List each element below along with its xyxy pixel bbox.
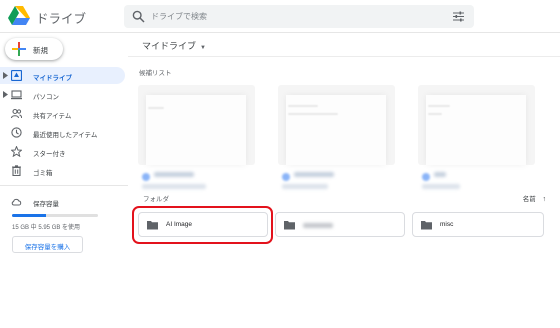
suggested-file-card[interactable] — [132, 81, 261, 205]
storage-usage-text: 15 GB 中 5.95 GB を使用 — [12, 225, 81, 231]
shared-icon — [11, 108, 22, 119]
suggested-file-card[interactable] — [272, 81, 401, 205]
sidebar-item-label: マイドライブ — [33, 75, 72, 82]
sidebar-item-label: 最近使用したアイテム — [33, 132, 98, 139]
search-icon[interactable] — [132, 10, 145, 23]
search-bar[interactable]: ドライブで検索 — [124, 5, 474, 28]
folder-icon — [421, 221, 432, 230]
expand-caret-icon[interactable] — [3, 72, 8, 79]
storage-label: 保存容量 — [33, 201, 59, 208]
suggested-heading: 候補リスト — [139, 70, 172, 77]
suggested-file-card[interactable] — [412, 81, 541, 205]
sort-arrow-up-icon[interactable]: ↑ — [543, 196, 547, 203]
computer-icon — [11, 90, 22, 100]
drive-logo-icon[interactable] — [8, 6, 30, 25]
storage-progress-bar — [12, 214, 98, 217]
blurred-folder-name — [303, 223, 333, 228]
folder-item[interactable] — [275, 212, 405, 237]
breadcrumb-my-drive[interactable]: マイドライブ — [142, 41, 196, 51]
main-content: マイドライブ ▼ 候補リスト フォルダ 名前 ↑ AI Image misc — [128, 33, 560, 328]
dropdown-arrow-icon[interactable]: ▼ — [200, 45, 206, 51]
cloud-icon — [11, 198, 22, 206]
sidebar-item-trash[interactable]: ゴミ箱 — [0, 162, 125, 179]
folder-icon — [284, 221, 295, 230]
search-input[interactable]: ドライブで検索 — [151, 11, 207, 22]
file-thumbnail — [418, 85, 535, 165]
sidebar-item-shared[interactable]: 共有アイテム — [0, 105, 125, 122]
highlight-annotation — [132, 206, 273, 244]
blurred-file-name — [154, 172, 194, 177]
breadcrumb-divider — [128, 56, 560, 57]
document-preview — [146, 95, 246, 165]
sidebar-item-storage[interactable]: 保存容量 — [0, 193, 125, 210]
clock-icon — [11, 127, 22, 138]
blurred-avatar — [422, 173, 430, 181]
sidebar-item-starred[interactable]: スター付き — [0, 143, 125, 160]
sidebar-item-computers[interactable]: パソコン — [0, 86, 125, 103]
folder-name: misc — [440, 221, 454, 228]
sidebar: 新規 マイドライブ パソコン 共有アイテム 最近使用したアイテム スター付き ゴ… — [0, 33, 128, 328]
sidebar-item-label: パソコン — [33, 94, 59, 101]
blurred-file-name — [294, 172, 334, 177]
sort-control[interactable]: 名前 ↑ — [523, 193, 546, 203]
sidebar-item-my-drive[interactable]: マイドライブ — [0, 67, 125, 84]
file-thumbnail — [278, 85, 395, 165]
blurred-file-meta — [422, 184, 460, 189]
preview-line — [148, 107, 164, 109]
star-icon — [11, 146, 22, 157]
folder-item[interactable]: misc — [412, 212, 544, 237]
buy-storage-label: 保存容量を購入 — [24, 244, 71, 251]
file-thumbnail — [138, 85, 255, 165]
app-title[interactable]: ドライブ — [36, 8, 86, 27]
buy-storage-button[interactable]: 保存容量を購入 — [12, 236, 83, 253]
blurred-file-name — [434, 172, 446, 177]
plus-icon — [12, 42, 26, 56]
top-bar: ドライブ ドライブで検索 — [0, 0, 560, 33]
sidebar-item-recent[interactable]: 最近使用したアイテム — [0, 124, 125, 141]
blurred-file-meta — [282, 184, 328, 189]
preview-line — [428, 105, 450, 107]
blurred-file-meta — [142, 184, 206, 189]
sort-by-name[interactable]: 名前 — [523, 196, 536, 203]
trash-icon — [12, 165, 21, 176]
tune-icon[interactable] — [453, 11, 464, 22]
my-drive-icon — [11, 70, 22, 81]
sidebar-divider — [0, 185, 128, 186]
new-button[interactable]: 新規 — [5, 38, 63, 60]
sidebar-item-label: スター付き — [33, 151, 66, 158]
preview-line — [288, 113, 338, 115]
preview-line — [428, 113, 442, 115]
blurred-avatar — [282, 173, 290, 181]
folders-heading: フォルダ — [143, 196, 169, 203]
expand-caret-icon[interactable] — [3, 91, 8, 98]
sidebar-item-label: 共有アイテム — [33, 113, 72, 120]
sidebar-item-label: ゴミ箱 — [33, 170, 53, 177]
new-button-label: 新規 — [33, 46, 48, 55]
blurred-avatar — [142, 173, 150, 181]
breadcrumb[interactable]: マイドライブ ▼ — [142, 39, 206, 52]
preview-line — [288, 105, 318, 107]
storage-progress-fill — [12, 214, 47, 217]
